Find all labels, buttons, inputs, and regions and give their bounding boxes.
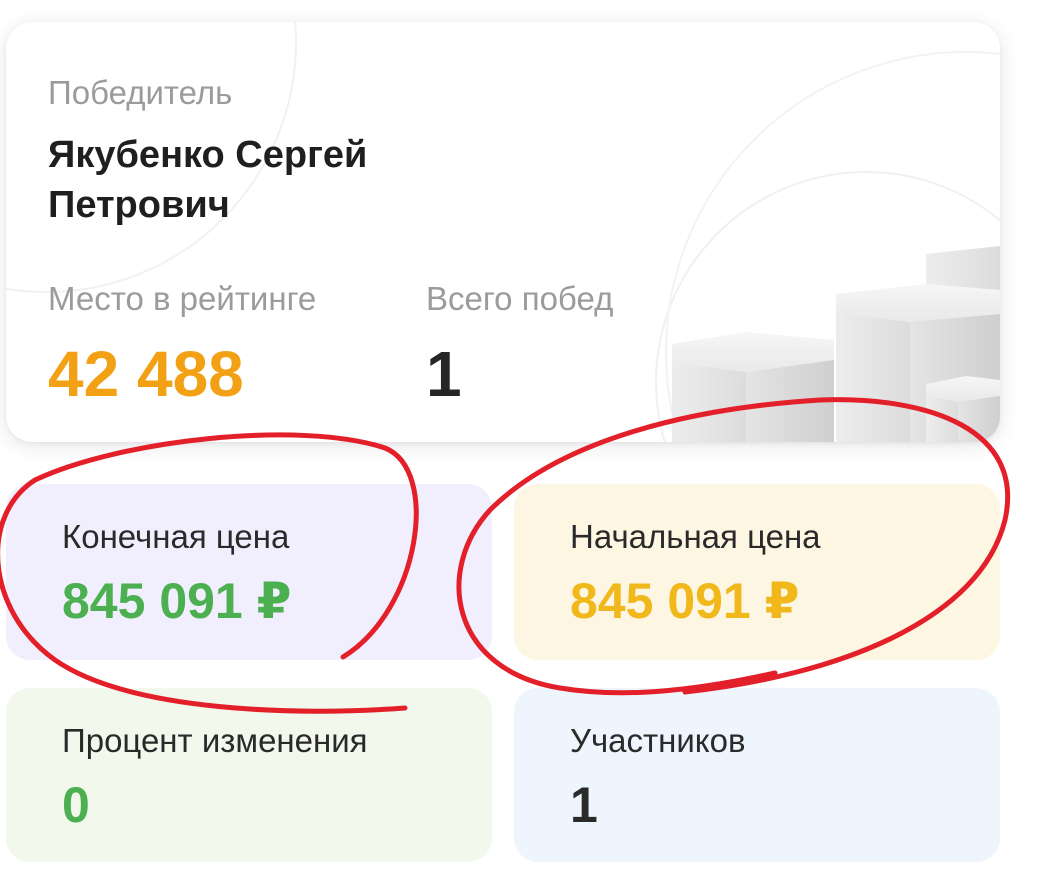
winner-label: Победитель <box>48 74 233 111</box>
start-price-tile: Начальная цена 845 091 ₽ <box>514 484 1000 660</box>
winner-card[interactable]: Победитель Якубенко Сергей Петрович Мест… <box>6 22 1000 442</box>
rating-value: 42 488 <box>48 338 244 410</box>
start-price-value: 845 091 ₽ <box>570 573 800 629</box>
wins-label: Всего побед <box>426 280 614 317</box>
participants-value: 1 <box>570 777 598 833</box>
winner-name[interactable]: Якубенко Сергей Петрович <box>48 130 488 230</box>
change-percent-label: Процент изменения <box>62 722 368 759</box>
participants-label: Участников <box>570 722 746 759</box>
participants-tile: Участников 1 <box>514 688 1000 862</box>
rating-label: Место в рейтинге <box>48 280 317 317</box>
lot-result-screen: Победитель Якубенко Сергей Петрович Мест… <box>0 0 1042 893</box>
final-price-value: 845 091 ₽ <box>62 573 292 629</box>
final-price-tile: Конечная цена 845 091 ₽ <box>6 484 492 660</box>
change-percent-value: 0 <box>62 777 90 833</box>
start-price-label: Начальная цена <box>570 518 821 555</box>
final-price-label: Конечная цена <box>62 518 290 555</box>
change-percent-tile: Процент изменения 0 <box>6 688 492 862</box>
wins-value: 1 <box>426 338 462 410</box>
